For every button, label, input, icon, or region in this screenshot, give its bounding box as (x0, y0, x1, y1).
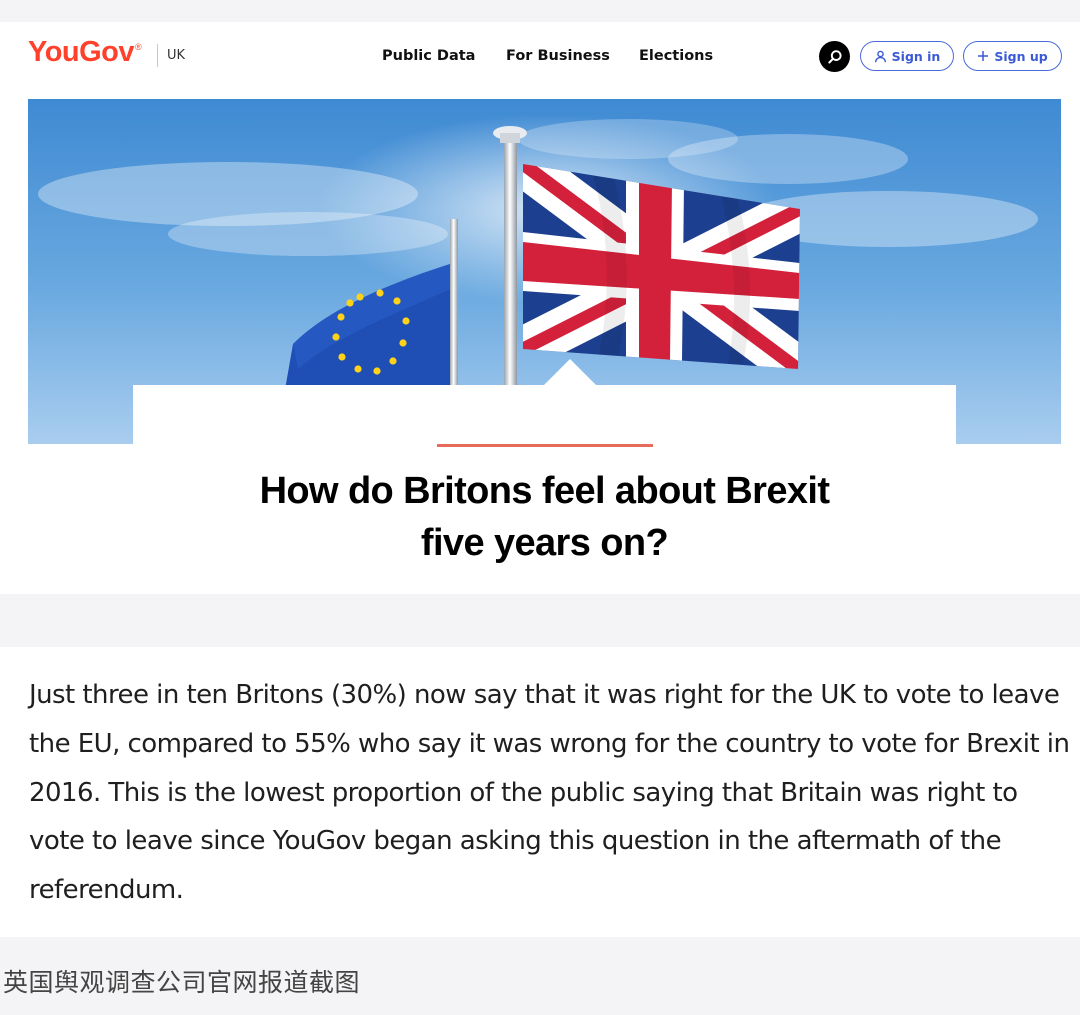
yougov-logo[interactable]: YouGov® (28, 36, 142, 69)
sign-up-label: Sign up (994, 48, 1048, 64)
title-panel-notch (544, 359, 596, 385)
search-icon (827, 49, 842, 63)
region-label[interactable]: UK (167, 48, 185, 63)
title-line-2: five years on? (420, 522, 669, 564)
nav-link-public-data[interactable]: Public Data (382, 48, 475, 64)
logo-text: YouGov (28, 36, 135, 68)
sign-in-button[interactable]: Sign in (860, 41, 954, 71)
plus-icon (978, 51, 989, 61)
search-button[interactable] (819, 41, 850, 72)
user-icon (874, 50, 886, 62)
page: YouGov® UK Public Data For Business Elec… (0, 0, 1080, 1015)
nav-link-elections[interactable]: Elections (639, 48, 713, 64)
article-title: How do Britons feel about Brexit five ye… (133, 465, 956, 569)
sign-up-button[interactable]: Sign up (963, 41, 1062, 71)
article-paragraph: Just three in ten Britons (30%) now say … (29, 680, 1070, 906)
title-panel: How do Britons feel about Brexit five ye… (133, 385, 956, 594)
article-header-card: YouGov® UK Public Data For Business Elec… (0, 22, 1080, 594)
title-line-1: How do Britons feel about Brexit (259, 470, 830, 512)
logo-registered-mark: ® (135, 42, 142, 53)
article-body-card: Just three in ten Britons (30%) now say … (0, 647, 1080, 937)
top-nav: YouGov® UK Public Data For Business Elec… (0, 22, 1080, 90)
logo-divider (157, 44, 158, 67)
title-accent-line (437, 444, 653, 447)
sign-in-label: Sign in (891, 48, 941, 64)
nav-link-for-business[interactable]: For Business (506, 48, 610, 64)
screenshot-caption: 英国舆观调查公司官网报道截图 (3, 968, 361, 997)
